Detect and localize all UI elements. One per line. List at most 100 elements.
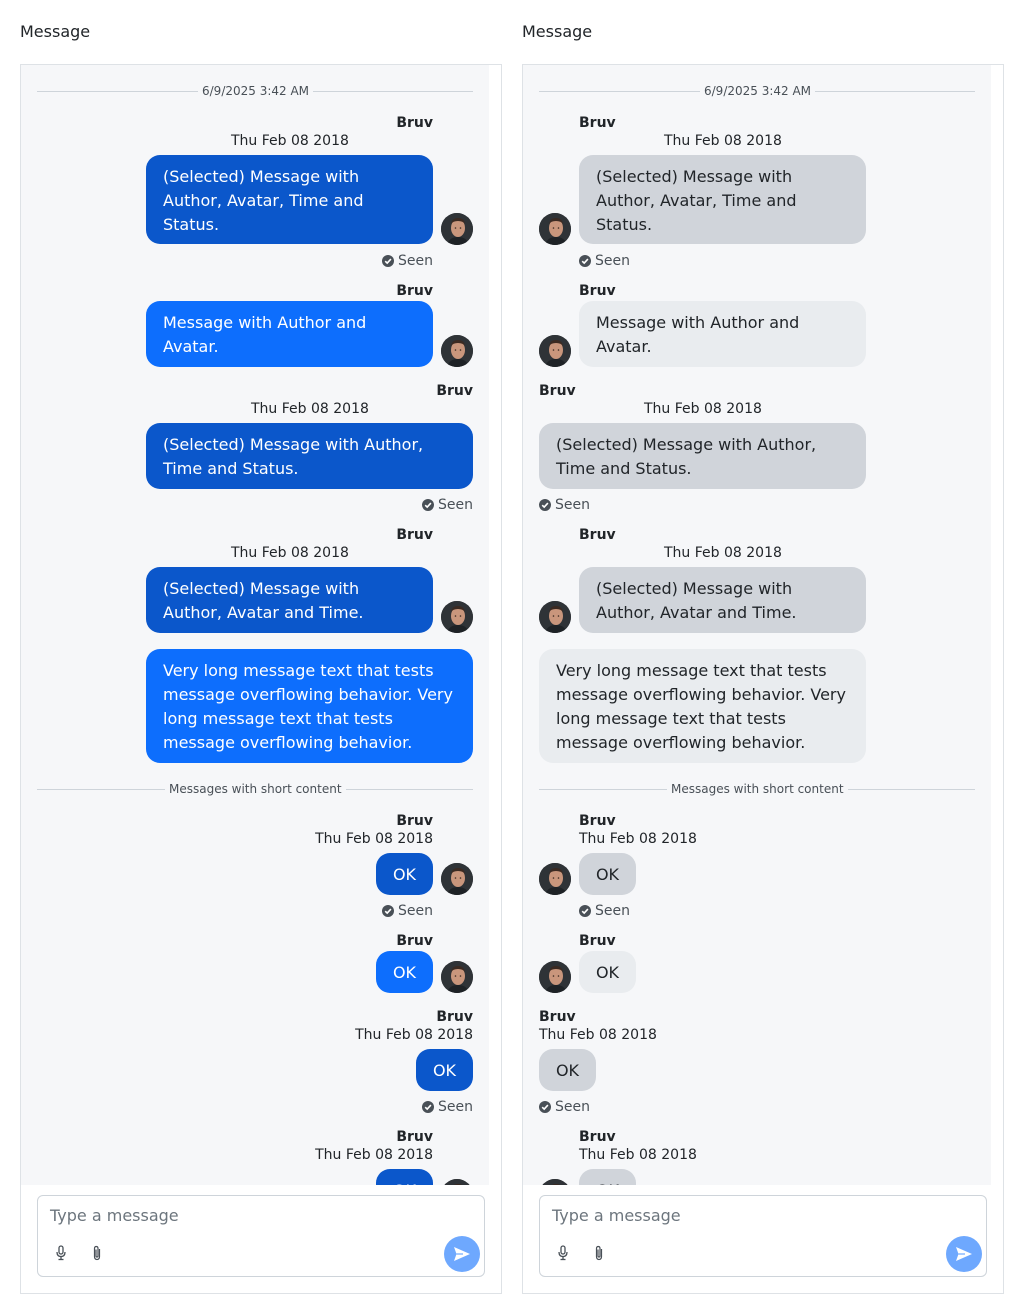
message-author: Bruv xyxy=(579,527,616,543)
message-time: Thu Feb 08 2018 xyxy=(251,401,369,417)
message-status: Seen xyxy=(539,1098,590,1116)
message-status: Seen xyxy=(422,496,473,514)
message-bubble[interactable]: (Selected) Message with Author, Avatar, … xyxy=(579,155,866,244)
chat-panel-incoming: 6/9/2025 3:42 AM Bruv Thu Feb 08 2018 (S… xyxy=(522,64,1004,1294)
status-label: Seen xyxy=(595,253,630,269)
avatar xyxy=(441,213,473,245)
paperclip-icon[interactable] xyxy=(88,1244,106,1262)
message-status: Seen xyxy=(382,252,433,270)
check-circle-icon xyxy=(382,905,394,917)
send-button[interactable] xyxy=(444,1236,480,1272)
column-title: Message xyxy=(20,22,91,41)
avatar xyxy=(539,1179,571,1185)
message-input[interactable]: Type a message xyxy=(552,1206,681,1225)
message-composer[interactable]: Type a message xyxy=(37,1195,485,1277)
avatar xyxy=(539,335,571,367)
message-time: Thu Feb 08 2018 xyxy=(644,401,762,417)
message-status: Seen xyxy=(579,252,630,270)
message-bubble[interactable]: (Selected) Message with Author, Avatar, … xyxy=(146,155,433,244)
message-time: Thu Feb 08 2018 xyxy=(664,545,782,561)
message-time: Thu Feb 08 2018 xyxy=(315,1147,433,1163)
check-circle-icon xyxy=(579,905,591,917)
message-bubble[interactable]: OK xyxy=(376,1169,433,1185)
message-author: Bruv xyxy=(396,933,433,949)
message-author: Bruv xyxy=(579,1129,616,1145)
avatar xyxy=(539,601,571,633)
send-button[interactable] xyxy=(946,1236,982,1272)
message-status: Seen xyxy=(579,902,630,920)
message-author: Bruv xyxy=(396,1129,433,1145)
message-bubble[interactable]: Very long message text that tests messag… xyxy=(146,649,473,763)
message-bubble[interactable]: (Selected) Message with Author, Time and… xyxy=(146,423,473,489)
status-label: Seen xyxy=(595,903,630,919)
avatar xyxy=(441,1179,473,1185)
check-circle-icon xyxy=(539,1101,551,1113)
message-bubble[interactable]: (Selected) Message with Author, Avatar a… xyxy=(146,567,433,633)
message-time: Thu Feb 08 2018 xyxy=(579,1147,697,1163)
paperclip-icon[interactable] xyxy=(590,1244,608,1262)
date-separator: 6/9/2025 3:42 AM xyxy=(700,84,816,98)
message-list[interactable]: 6/9/2025 3:42 AM Bruv Thu Feb 08 2018 (S… xyxy=(21,65,489,1185)
status-label: Seen xyxy=(438,1099,473,1115)
message-author: Bruv xyxy=(396,527,433,543)
message-time: Thu Feb 08 2018 xyxy=(579,831,697,847)
message-bubble[interactable]: OK xyxy=(376,853,433,895)
message-author: Bruv xyxy=(436,383,473,399)
status-label: Seen xyxy=(438,497,473,513)
message-composer[interactable]: Type a message xyxy=(539,1195,987,1277)
message-time: Thu Feb 08 2018 xyxy=(231,133,349,149)
message-bubble[interactable]: (Selected) Message with Author, Time and… xyxy=(539,423,866,489)
message-bubble[interactable]: OK xyxy=(376,951,433,993)
message-author: Bruv xyxy=(396,813,433,829)
status-label: Seen xyxy=(555,1099,590,1115)
avatar xyxy=(441,335,473,367)
message-status: Seen xyxy=(382,902,433,920)
message-bubble[interactable]: OK xyxy=(539,1049,596,1091)
status-label: Seen xyxy=(398,253,433,269)
message-bubble[interactable]: (Selected) Message with Author, Avatar a… xyxy=(579,567,866,633)
message-author: Bruv xyxy=(579,115,616,131)
message-author: Bruv xyxy=(579,933,616,949)
avatar xyxy=(441,863,473,895)
message-bubble[interactable]: OK xyxy=(579,1169,636,1185)
microphone-icon[interactable] xyxy=(52,1244,70,1262)
message-bubble[interactable]: Very long message text that tests messag… xyxy=(539,649,866,763)
message-time: Thu Feb 08 2018 xyxy=(315,831,433,847)
avatar xyxy=(539,961,571,993)
check-circle-icon xyxy=(539,499,551,511)
message-author: Bruv xyxy=(396,283,433,299)
message-author: Bruv xyxy=(436,1009,473,1025)
send-icon xyxy=(454,1247,470,1261)
microphone-icon[interactable] xyxy=(554,1244,572,1262)
avatar xyxy=(441,601,473,633)
check-circle-icon xyxy=(579,255,591,267)
avatar xyxy=(539,213,571,245)
check-circle-icon xyxy=(382,255,394,267)
message-author: Bruv xyxy=(539,383,576,399)
message-bubble[interactable]: OK xyxy=(579,853,636,895)
message-author: Bruv xyxy=(579,813,616,829)
check-circle-icon xyxy=(422,1101,434,1113)
status-label: Seen xyxy=(398,903,433,919)
short-content-separator: Messages with short content xyxy=(165,782,346,796)
message-author: Bruv xyxy=(396,115,433,131)
column-title: Message xyxy=(522,22,593,41)
message-time: Thu Feb 08 2018 xyxy=(664,133,782,149)
message-bubble[interactable]: OK xyxy=(579,951,636,993)
message-time: Thu Feb 08 2018 xyxy=(231,545,349,561)
date-separator: 6/9/2025 3:42 AM xyxy=(198,84,314,98)
send-icon xyxy=(956,1247,972,1261)
message-list[interactable]: 6/9/2025 3:42 AM Bruv Thu Feb 08 2018 (S… xyxy=(523,65,991,1185)
check-circle-icon xyxy=(422,499,434,511)
message-bubble[interactable]: OK xyxy=(416,1049,473,1091)
message-bubble[interactable]: Message with Author and Avatar. xyxy=(579,301,866,367)
status-label: Seen xyxy=(555,497,590,513)
avatar xyxy=(539,863,571,895)
message-status: Seen xyxy=(539,496,590,514)
message-author: Bruv xyxy=(579,283,616,299)
message-author: Bruv xyxy=(539,1009,576,1025)
short-content-separator: Messages with short content xyxy=(667,782,848,796)
message-time: Thu Feb 08 2018 xyxy=(355,1027,473,1043)
message-input[interactable]: Type a message xyxy=(50,1206,179,1225)
message-bubble[interactable]: Message with Author and Avatar. xyxy=(146,301,433,367)
